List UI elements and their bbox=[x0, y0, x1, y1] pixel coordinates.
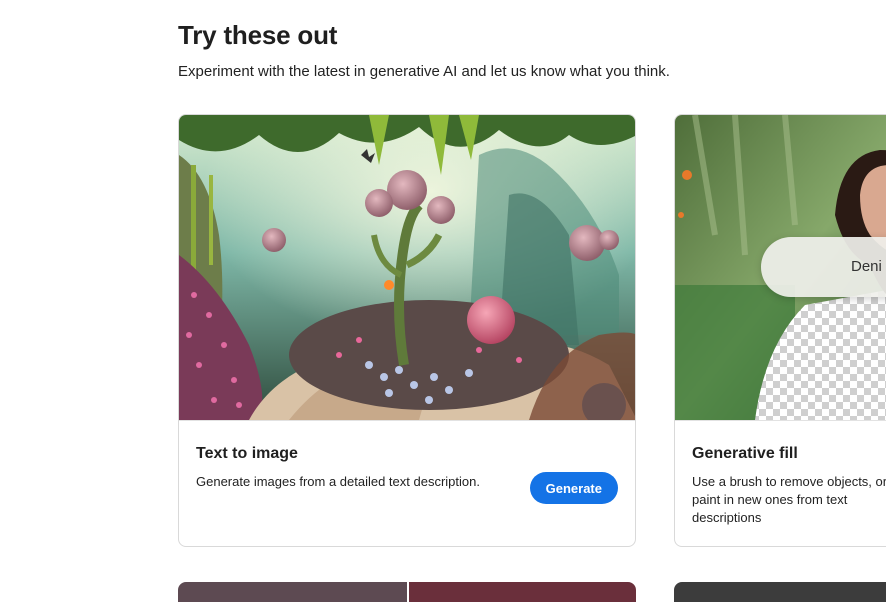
next-card-thumbnail[interactable] bbox=[178, 582, 636, 602]
woman-portrait-transparency-image: Deni bbox=[675, 115, 886, 420]
card-description: Generate images from a detailed text des… bbox=[196, 474, 480, 489]
card-title: Generative fill bbox=[692, 445, 798, 462]
card-body: Generative fill Use a brush to remove ob… bbox=[675, 420, 886, 546]
pill-text: Deni bbox=[851, 258, 882, 275]
card-body: Text to image Generate images from a det… bbox=[179, 420, 635, 546]
generate-button[interactable]: Generate bbox=[529, 472, 618, 504]
card-title: Text to image bbox=[196, 445, 298, 462]
section-subtitle: Experiment with the latest in generative… bbox=[178, 63, 670, 80]
generative-fill-card[interactable]: Deni Generative fill Use a brush to remo… bbox=[674, 114, 886, 547]
card-description: Use a brush to remove objects, or paint … bbox=[692, 474, 886, 525]
section-title: Try these out bbox=[178, 20, 338, 50]
fantasy-garden-image bbox=[179, 115, 635, 420]
text-to-image-card[interactable]: Text to image Generate images from a det… bbox=[178, 114, 636, 547]
next-card-thumbnail[interactable] bbox=[674, 582, 886, 602]
prompt-pill: Deni bbox=[761, 237, 886, 297]
